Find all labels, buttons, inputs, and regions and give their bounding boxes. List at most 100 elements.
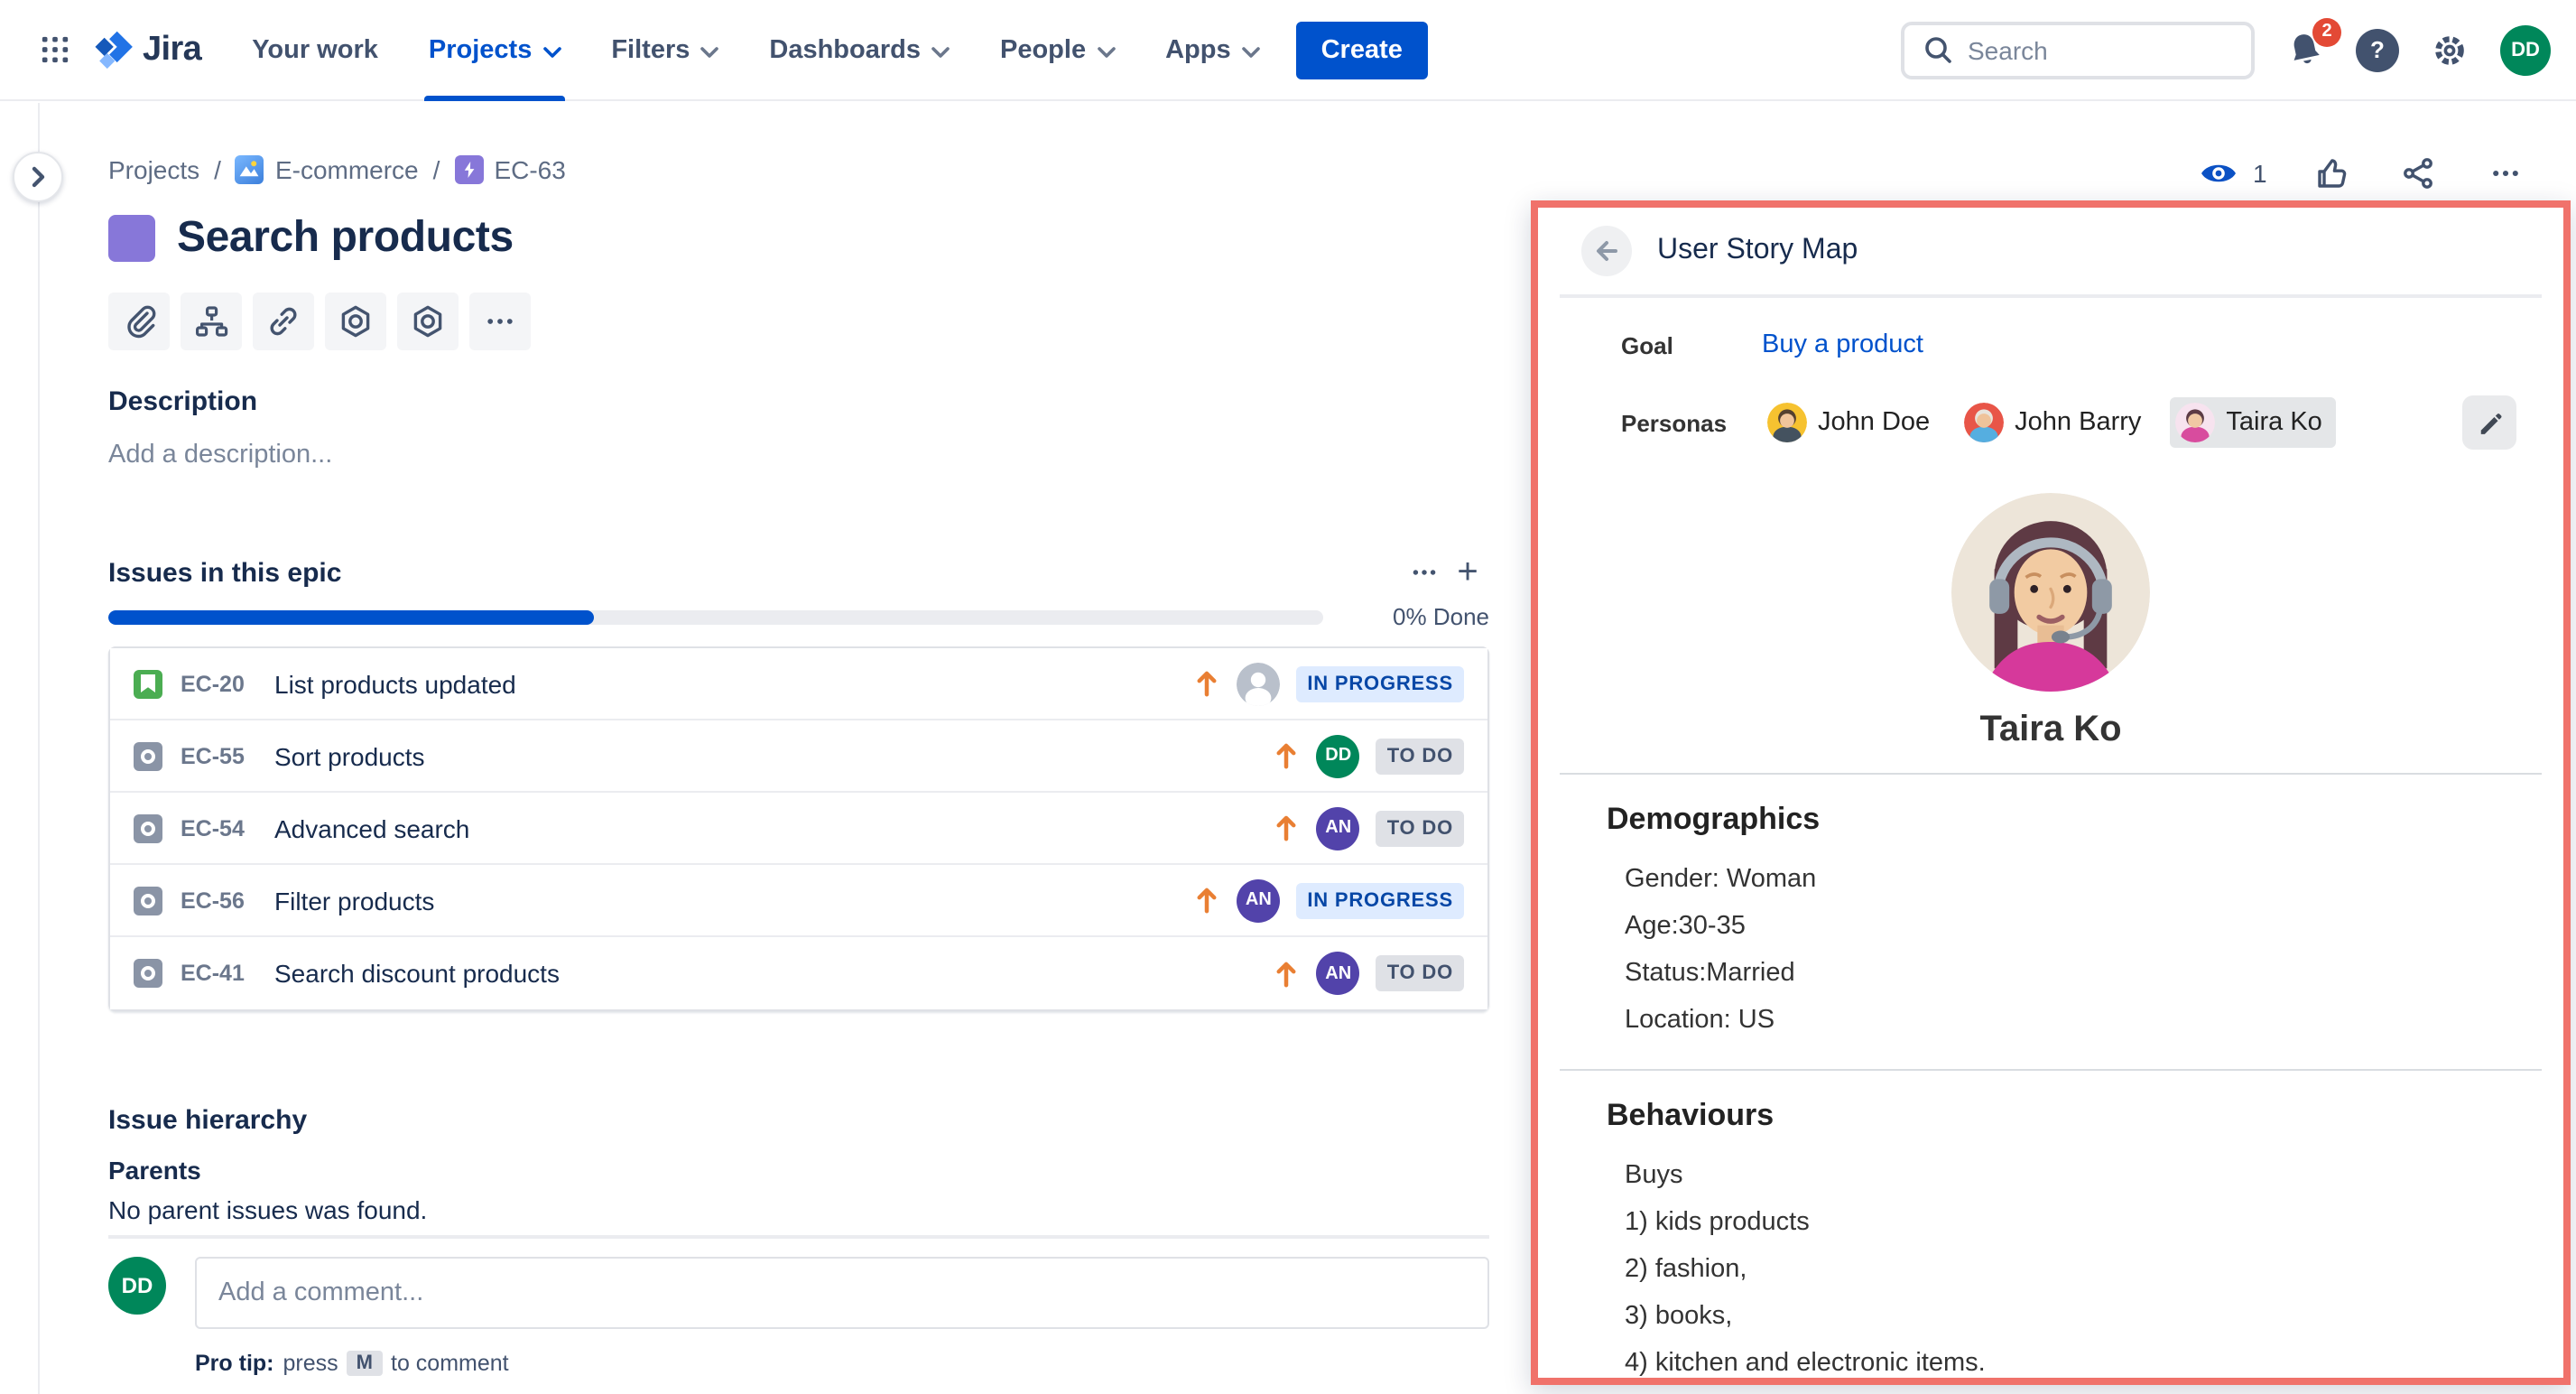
breadcrumb-issue[interactable]: EC-63 — [454, 155, 565, 184]
like-icon — [2314, 155, 2350, 191]
priority-high-icon — [1193, 885, 1220, 915]
demographics-heading: Demographics — [1607, 802, 2563, 838]
breadcrumb-projects[interactable]: Projects — [108, 155, 199, 184]
edit-personas-button[interactable] — [2462, 395, 2516, 450]
attach-button[interactable] — [108, 293, 170, 350]
user-avatar[interactable]: DD — [2500, 24, 2551, 75]
user-story-map-panel: User Story Map Goal Buy a product Person… — [1531, 200, 2571, 1385]
personas-label: Personas — [1621, 409, 1762, 436]
plus-icon: + — [1457, 552, 1478, 593]
description-placeholder[interactable]: Add a description... — [108, 441, 332, 469]
persona-avatar-large — [1951, 493, 2150, 692]
epic-issues-header: Issues in this epic + — [108, 551, 1489, 594]
brand-wordmark: Jira — [143, 30, 201, 70]
issue-key[interactable]: EC-55 — [181, 743, 256, 768]
add-child-button[interactable] — [181, 293, 242, 350]
nut-icon — [338, 303, 374, 339]
behaviour-line: 1) kids products — [1625, 1199, 2563, 1246]
global-search[interactable] — [1901, 21, 2255, 79]
task-type-icon — [134, 886, 162, 915]
add-issue-button[interactable]: + — [1446, 551, 1489, 594]
status-badge[interactable]: TO DO — [1376, 810, 1464, 846]
panel-title: User Story Map — [1657, 235, 1858, 267]
divider — [1560, 294, 2542, 298]
issue-row[interactable]: EC-41 Search discount products AN TO DO — [110, 937, 1487, 1009]
issue-summary[interactable]: Filter products — [274, 886, 434, 915]
issue-summary[interactable]: List products updated — [274, 669, 516, 698]
status-badge[interactable]: IN PROGRESS — [1296, 882, 1464, 918]
status-badge[interactable]: TO DO — [1376, 955, 1464, 991]
behaviour-line: 2) fashion, — [1625, 1246, 2563, 1293]
nav-item[interactable]: Filters — [593, 0, 737, 100]
panel-back-button[interactable] — [1581, 226, 1632, 276]
breadcrumb-separator: / — [433, 155, 440, 184]
issue-key[interactable]: EC-41 — [181, 961, 256, 986]
hierarchy-heading: Issue hierarchy — [108, 1105, 307, 1136]
more-icon — [1410, 558, 1439, 587]
issue-summary[interactable]: Advanced search — [274, 813, 469, 842]
keyboard-key-m: M — [347, 1351, 382, 1376]
issue-row[interactable]: EC-54 Advanced search AN TO DO — [110, 793, 1487, 865]
assignee-avatar[interactable]: DD — [1317, 734, 1360, 777]
app-nut-button-1[interactable] — [325, 293, 386, 350]
expand-sidebar-button[interactable] — [13, 152, 63, 202]
comment-row: DD Add a comment... — [108, 1257, 1489, 1329]
demographics-lines: Gender: WomanAge:30-35Status:MarriedLoca… — [1625, 856, 2563, 1044]
nav-item[interactable]: Your work — [234, 0, 396, 100]
share-button[interactable] — [2397, 152, 2441, 195]
jira-logo[interactable]: Jira — [90, 27, 201, 72]
app-nut-button-2[interactable] — [397, 293, 459, 350]
watch-button[interactable]: 1 — [2199, 159, 2267, 188]
persona-chip[interactable]: Taira Ko — [2170, 397, 2336, 448]
issue-key[interactable]: EC-20 — [181, 671, 256, 696]
breadcrumb-project[interactable]: E-commerce — [236, 155, 419, 184]
assignee-avatar[interactable]: AN — [1237, 878, 1280, 922]
unassigned-avatar-icon[interactable] — [1237, 662, 1280, 705]
assignee-avatar[interactable]: AN — [1317, 806, 1360, 850]
persona-name: John Doe — [1818, 408, 1930, 437]
notification-badge: 2 — [2312, 17, 2341, 46]
link-button[interactable] — [253, 293, 314, 350]
nav-item[interactable]: People — [982, 0, 1133, 100]
priority-high-icon — [1193, 668, 1220, 699]
issue-key[interactable]: EC-54 — [181, 815, 256, 841]
issue-summary[interactable]: Search discount products — [274, 959, 560, 988]
nav-item[interactable]: Projects — [411, 0, 579, 100]
toolbar-more-button[interactable] — [469, 293, 531, 350]
attach-icon — [121, 303, 157, 339]
create-button[interactable]: Create — [1296, 21, 1428, 79]
goal-link[interactable]: Buy a product — [1762, 330, 1923, 359]
divider — [108, 1235, 1489, 1239]
epic-issues-more-button[interactable] — [1403, 551, 1446, 594]
comment-protip: Pro tip: press M to comment — [195, 1351, 509, 1376]
status-badge[interactable]: IN PROGRESS — [1296, 665, 1464, 702]
task-type-icon — [134, 741, 162, 770]
issue-summary[interactable]: Sort products — [274, 741, 425, 770]
help-button[interactable]: ? — [2356, 28, 2399, 71]
settings-button[interactable] — [2426, 26, 2473, 73]
status-badge[interactable]: TO DO — [1376, 738, 1464, 774]
comment-input[interactable]: Add a comment... — [195, 1257, 1489, 1329]
assignee-avatar[interactable]: AN — [1317, 952, 1360, 995]
sidebar-divider — [38, 103, 40, 1394]
persona-chip[interactable]: John Doe — [1762, 397, 1944, 448]
behaviours-heading: Behaviours — [1607, 1098, 2563, 1134]
demographic-line: Status:Married — [1625, 950, 2563, 997]
nav-item[interactable]: Apps — [1147, 0, 1278, 100]
app-switcher-icon[interactable] — [25, 21, 83, 79]
persona-chip[interactable]: John Barry — [1959, 397, 2155, 448]
more-actions-button[interactable] — [2484, 152, 2527, 195]
epic-issue-list: EC-20 List products updated — [108, 646, 1489, 1011]
issue-toolbar — [108, 293, 531, 350]
issue-row[interactable]: EC-56 Filter products AN IN PROGRESS — [110, 865, 1487, 937]
search-input[interactable] — [1968, 35, 2202, 64]
description-heading: Description — [108, 386, 257, 417]
issue-key[interactable]: EC-56 — [181, 888, 256, 913]
issue-row[interactable]: EC-55 Sort products DD TO DO — [110, 720, 1487, 793]
issue-row[interactable]: EC-20 List products updated — [110, 648, 1487, 720]
nav-item[interactable]: Dashboards — [751, 0, 968, 100]
like-button[interactable] — [2311, 152, 2354, 195]
notifications-button[interactable]: 2 — [2282, 26, 2329, 73]
breadcrumb-separator: / — [214, 155, 221, 184]
demographic-line: Gender: Woman — [1625, 856, 2563, 903]
